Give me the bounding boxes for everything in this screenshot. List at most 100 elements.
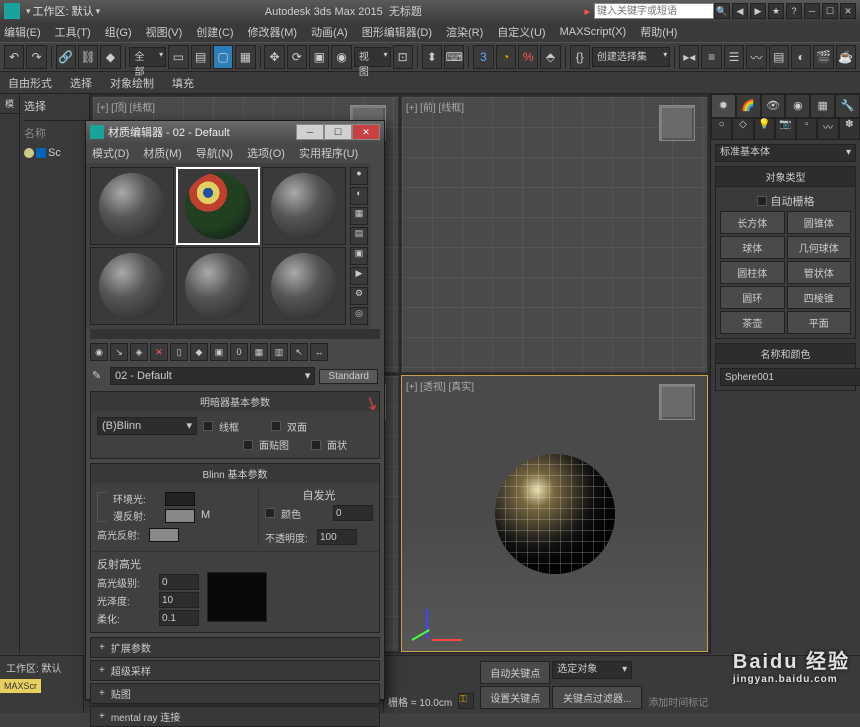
keymode-dropdown[interactable]: 选定对象 [552, 661, 632, 679]
help-icon[interactable]: ? [786, 3, 802, 19]
named-selset[interactable]: 创建选择集 [592, 47, 670, 67]
sample-uv-button[interactable]: ▤ [350, 227, 368, 245]
slot-scrollbar[interactable] [90, 329, 380, 339]
scale-button[interactable]: ▣ [309, 45, 329, 69]
rollout-supersample[interactable]: +超级采样 [90, 660, 380, 681]
object-type-header[interactable]: 对象类型 [716, 167, 855, 187]
autokey-button[interactable]: 自动关键点 [480, 661, 550, 684]
align-button[interactable]: ≡ [701, 45, 721, 69]
workspace-label[interactable]: 工作区: 默认 [33, 3, 94, 19]
manipulate-button[interactable]: ⬍ [422, 45, 442, 69]
twoside-checkbox[interactable] [271, 421, 281, 431]
close-button[interactable]: ✕ [840, 3, 856, 19]
menu-tools[interactable]: 工具(T) [55, 24, 91, 40]
keyboard-button[interactable]: ⌨ [444, 45, 464, 69]
undo-button[interactable]: ↶ [4, 45, 24, 69]
dialog-close[interactable]: ✕ [352, 124, 380, 140]
mat-menu-nav[interactable]: 导航(N) [196, 145, 233, 161]
utility-tab[interactable]: 🔧 [835, 94, 860, 118]
make-unique-button[interactable]: ◆ [190, 343, 208, 361]
shader-params-header[interactable]: 明暗器基本参数 [91, 392, 379, 411]
render-button[interactable]: ☕ [836, 45, 856, 69]
mat-menu-options[interactable]: 选项(O) [247, 145, 285, 161]
mat-slot-4[interactable] [90, 247, 174, 325]
mat-menu-util[interactable]: 实用程序(U) [299, 145, 358, 161]
teapot-button[interactable]: 茶壶 [720, 311, 785, 334]
sphere-button[interactable]: 球体 [720, 236, 785, 259]
unlink-button[interactable]: ⛓ [78, 45, 98, 69]
category-dropdown[interactable]: 标准基本体 [715, 144, 856, 162]
selection-filter[interactable]: 全部 [129, 47, 166, 67]
ribbon-tab-objpaint[interactable]: 对象绘制 [110, 75, 154, 91]
select-name-button[interactable]: ▤ [191, 45, 211, 69]
specular-swatch[interactable] [149, 528, 179, 542]
selfillum-input[interactable] [333, 505, 373, 521]
mirror-button[interactable]: ▸◂ [679, 45, 699, 69]
diffuse-swatch[interactable] [165, 509, 195, 523]
setkey-button[interactable]: 设置关键点 [480, 686, 550, 709]
soften-input[interactable] [159, 610, 199, 626]
plane-button[interactable]: 平面 [787, 311, 852, 334]
object-name-input[interactable] [720, 368, 860, 386]
cylinder-button[interactable]: 圆柱体 [720, 261, 785, 284]
rotate-button[interactable]: ⟳ [287, 45, 307, 69]
maxscript-tab[interactable]: MAXScr [0, 679, 41, 693]
layer-button[interactable]: ☰ [724, 45, 744, 69]
menu-custom[interactable]: 自定义(U) [497, 24, 545, 40]
shape-category[interactable]: ◇ [732, 118, 753, 140]
ref-coord-system[interactable]: 视图 [354, 47, 391, 67]
opacity-input[interactable] [317, 529, 357, 545]
nav-back-icon[interactable]: ◀ [732, 3, 748, 19]
selfillum-color-checkbox[interactable] [265, 508, 275, 518]
viewcube-front[interactable] [659, 105, 695, 141]
geosphere-button[interactable]: 几何球体 [787, 236, 852, 259]
titlebar-menu-drop[interactable]: ▾ [26, 6, 31, 17]
show-map-button[interactable]: ▦ [250, 343, 268, 361]
search-icon[interactable]: 🔍 [714, 3, 730, 19]
geom-category[interactable]: ○ [711, 118, 732, 140]
sample-type-button[interactable]: ● [350, 167, 368, 185]
ambient-swatch[interactable] [165, 492, 195, 506]
key-icon[interactable]: ⚿ [458, 693, 474, 709]
make-copy-button[interactable]: ▯ [170, 343, 188, 361]
viewcube-persp[interactable] [659, 384, 695, 420]
mat-slot-5[interactable] [176, 247, 260, 325]
camera-category[interactable]: 📷 [775, 118, 796, 140]
menu-modifier[interactable]: 修改器(M) [248, 24, 298, 40]
rollout-maps[interactable]: +贴图 [90, 683, 380, 704]
blinn-params-header[interactable]: Blinn 基本参数 [91, 464, 379, 483]
system-category[interactable]: ✽ [839, 118, 860, 140]
hierarchy-tab[interactable]: 👁 [761, 94, 786, 118]
minimize-button[interactable]: ─ [804, 3, 820, 19]
edit-selset-button[interactable]: {} [570, 45, 590, 69]
rollout-extended[interactable]: +扩展参数 [90, 637, 380, 658]
light-category[interactable]: 💡 [754, 118, 775, 140]
put-to-scene-button[interactable]: ↘ [110, 343, 128, 361]
menu-render[interactable]: 渲染(R) [446, 24, 483, 40]
mat-slot-3[interactable] [262, 167, 346, 245]
cone-button[interactable]: 圆锥体 [787, 211, 852, 234]
dialog-titlebar[interactable]: 材质编辑器 - 02 - Default ─ ☐ ✕ [86, 121, 384, 143]
scene-item[interactable]: Sc [24, 147, 85, 159]
menu-help[interactable]: 帮助(H) [640, 24, 677, 40]
pyramid-button[interactable]: 四棱锥 [787, 286, 852, 309]
menu-edit[interactable]: 编辑(E) [4, 24, 41, 40]
menu-maxscript[interactable]: MAXScript(X) [560, 26, 627, 38]
material-name-drop[interactable]: 02 - Default [110, 367, 315, 385]
helper-category[interactable]: ▫ [796, 118, 817, 140]
nav-fwd-icon[interactable]: ▶ [750, 3, 766, 19]
dialog-minimize[interactable]: ─ [296, 124, 324, 140]
search-input[interactable] [594, 3, 714, 19]
go-parent-button[interactable]: ↖ [290, 343, 308, 361]
menu-group[interactable]: 组(G) [105, 24, 132, 40]
ribbon-tab-freeform[interactable]: 自由形式 [8, 75, 52, 91]
autogrid-checkbox[interactable] [757, 196, 767, 206]
favorite-icon[interactable]: ★ [768, 3, 784, 19]
eyedropper-icon[interactable]: ✎ [92, 369, 106, 383]
mat-slot-2[interactable] [176, 167, 260, 245]
diffuse-map-button[interactable]: M [201, 509, 215, 523]
menu-graph[interactable]: 图形编辑器(D) [362, 24, 432, 40]
mat-slot-6[interactable] [262, 247, 346, 325]
material-editor-button[interactable]: ◐ [791, 45, 811, 69]
motion-tab[interactable]: ◉ [785, 94, 810, 118]
